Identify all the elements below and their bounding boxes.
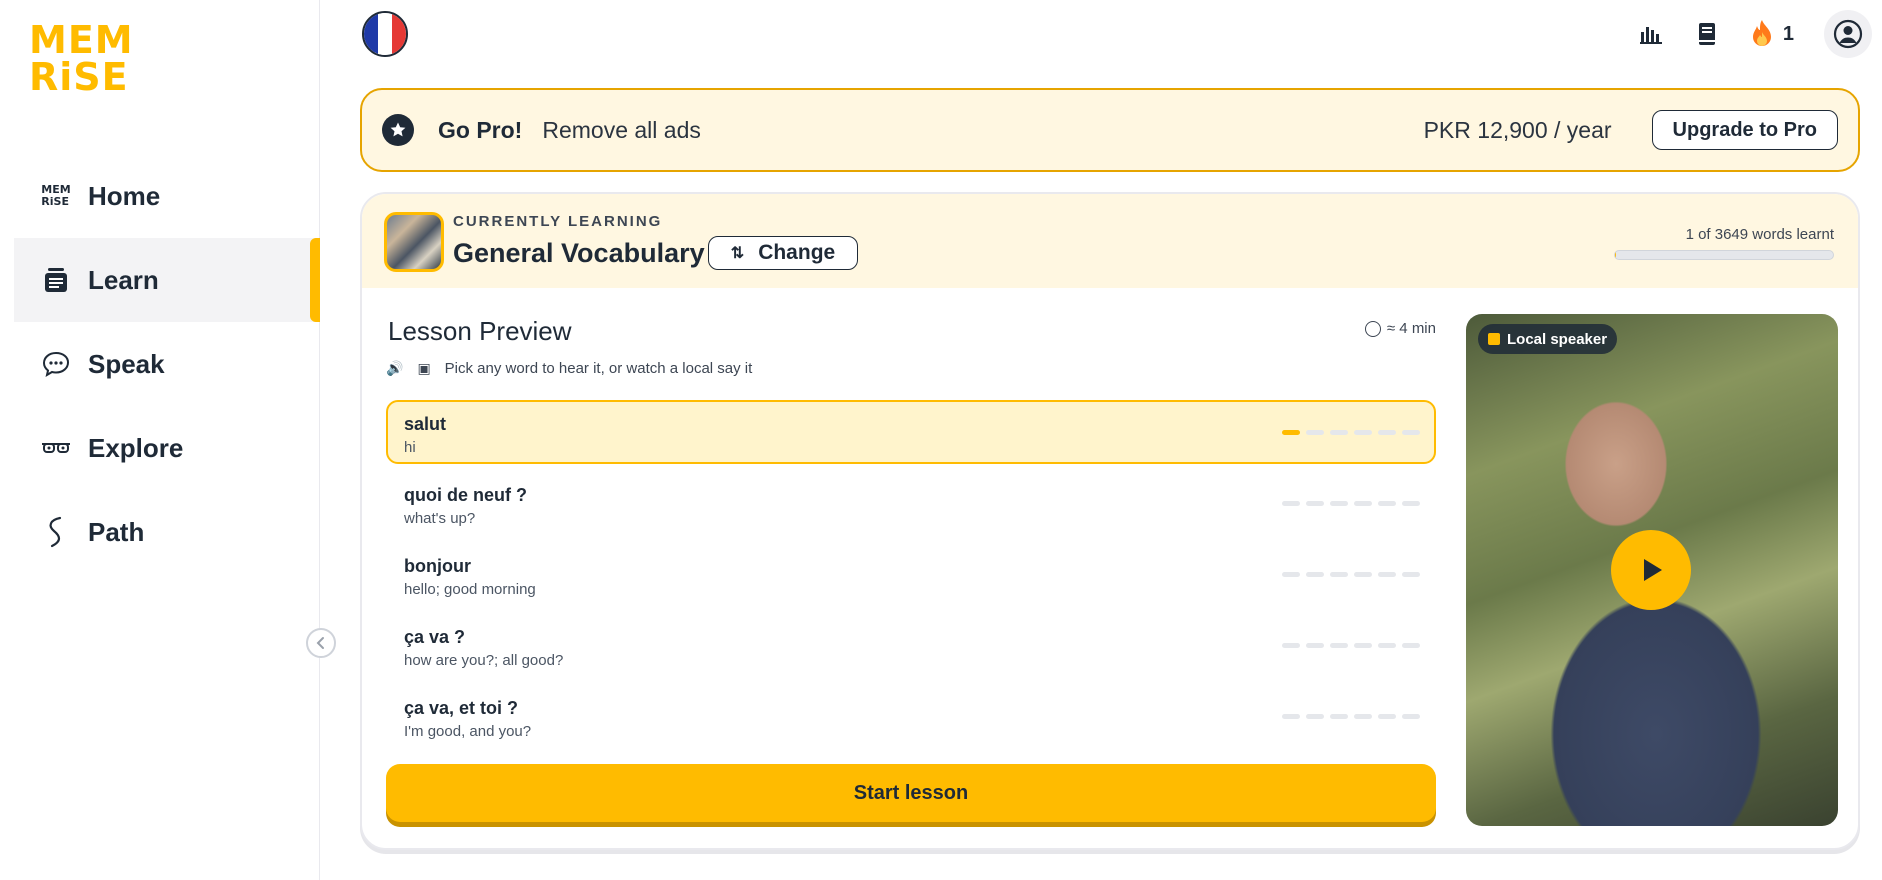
chevron-left-icon — [316, 637, 324, 649]
promo-title: Go Pro! — [438, 116, 523, 143]
go-pro-banner: Go Pro! Remove all ads PKR 12,900 / year… — [360, 88, 1860, 172]
speaker-icon: 🔊 — [386, 360, 404, 376]
sidebar-item-label: Path — [88, 516, 145, 547]
sidebar-item-learn[interactable]: Learn — [14, 238, 320, 322]
video-badge-icon — [1488, 333, 1500, 345]
user-icon — [1833, 19, 1863, 49]
word-english: I'm good, and you? — [404, 723, 532, 740]
star-icon — [382, 114, 414, 146]
sidebar-item-label: Explore — [88, 432, 184, 463]
word-english: what's up? — [404, 510, 476, 527]
sidebar-item-label: Speak — [88, 348, 165, 379]
speech-bubble-icon — [40, 348, 72, 380]
local-speaker-video[interactable]: Local speaker — [1466, 314, 1838, 826]
promo-subtitle: Remove all ads — [542, 116, 701, 143]
sidebar-nav: MEM RiSE Home Learn Speak Explore Path — [14, 154, 320, 574]
sidebar-item-explore[interactable]: Explore — [14, 406, 320, 490]
sidebar: MEM RiSE MEMRiSE Home Learn Speak Explo — [0, 0, 336, 880]
fire-icon — [1752, 20, 1771, 46]
start-lesson-button[interactable]: Start lesson — [386, 764, 1436, 822]
mastery-level — [1276, 430, 1420, 435]
word-french: ça va ? — [404, 627, 466, 647]
word-english: how are you?; all good? — [404, 652, 564, 669]
currently-learning-label: CURRENTLY LEARNING — [453, 213, 663, 230]
glasses-icon — [40, 432, 72, 464]
upgrade-to-pro-button[interactable]: Upgrade to Pro — [1651, 110, 1838, 150]
mastery-level — [1276, 572, 1420, 577]
promo-price: PKR 12,900 / year — [1423, 116, 1612, 143]
swap-arrows-icon: ⇅ — [730, 245, 745, 262]
dictionary-book-icon[interactable] — [1689, 16, 1725, 52]
course-progress-bar — [1614, 250, 1834, 260]
sidebar-item-label: Home — [88, 180, 161, 211]
lesson-hint: 🔊 ▣ Pick any word to hear it, or watch a… — [386, 360, 753, 377]
word-french: quoi de neuf ? — [404, 485, 527, 505]
path-squiggle-icon — [40, 516, 72, 548]
collapse-sidebar-button[interactable] — [306, 628, 336, 658]
stats-chart-icon[interactable] — [1633, 16, 1669, 52]
mastery-level — [1276, 501, 1420, 506]
word-english: hi — [404, 439, 416, 456]
france-flag-icon[interactable] — [362, 11, 408, 57]
word-list: salut hi quoi de neuf ? what's up? bonjo… — [386, 400, 1436, 755]
streak-counter[interactable]: 1 — [1749, 19, 1794, 49]
course-thumbnail — [384, 212, 444, 272]
course-progress-fill — [1615, 251, 1616, 259]
memrise-mini-logo-icon: MEM RiSE — [41, 183, 71, 208]
memrise-logo[interactable]: MEM RiSE — [29, 21, 133, 98]
lesson-preview-title: Lesson Preview — [388, 316, 572, 346]
word-english: hello; good morning — [404, 581, 536, 598]
mastery-level — [1276, 714, 1420, 719]
word-row[interactable]: quoi de neuf ? what's up? — [386, 471, 1436, 535]
clock-icon — [1364, 320, 1381, 337]
word-french: ça va, et toi ? — [404, 698, 519, 718]
play-icon — [1644, 559, 1662, 581]
streak-count: 1 — [1782, 22, 1794, 45]
word-row[interactable]: ça va, et toi ? I'm good, and you? — [386, 684, 1436, 748]
sidebar-item-label: Learn — [88, 264, 159, 295]
words-learnt-text: 1 of 3649 words learnt — [1685, 226, 1834, 243]
video-icon: ▣ — [417, 360, 431, 376]
course-title: General Vocabulary — [453, 238, 705, 268]
sidebar-item-speak[interactable]: Speak — [14, 322, 320, 406]
course-header: CURRENTLY LEARNING General Vocabulary ⇅ … — [362, 194, 1858, 288]
lesson-duration: ≈ 4 min — [1364, 320, 1436, 337]
change-course-button[interactable]: ⇅ Change — [708, 236, 858, 270]
sidebar-item-path[interactable]: Path — [14, 490, 320, 574]
user-avatar[interactable] — [1824, 10, 1872, 58]
word-french: salut — [404, 414, 447, 434]
word-french: bonjour — [404, 556, 471, 576]
local-speaker-tag: Local speaker — [1478, 324, 1618, 354]
mastery-level — [1276, 643, 1420, 648]
play-video-button[interactable] — [1611, 530, 1691, 610]
word-row[interactable]: salut hi — [386, 400, 1436, 464]
word-row[interactable]: ça va ? how are you?; all good? — [386, 613, 1436, 677]
sidebar-item-home[interactable]: MEM RiSE Home — [14, 154, 320, 238]
word-row[interactable]: bonjour hello; good morning — [386, 542, 1436, 606]
cards-stack-icon — [40, 264, 72, 296]
lesson-card: CURRENTLY LEARNING General Vocabulary ⇅ … — [360, 192, 1860, 850]
top-toolbar: 1 — [1613, 0, 1882, 68]
